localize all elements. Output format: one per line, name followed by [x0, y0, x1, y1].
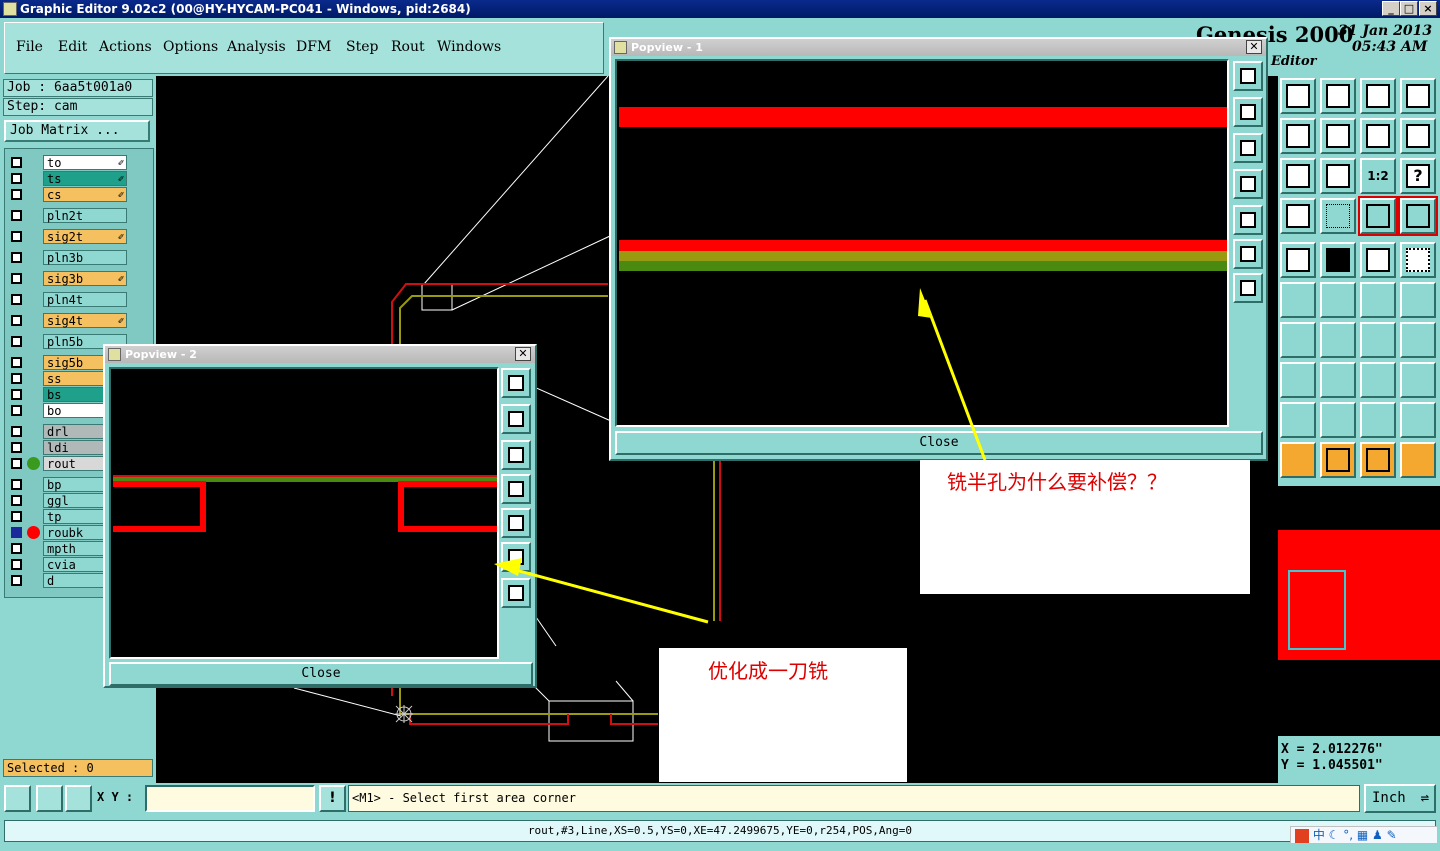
arrow-head-2 [494, 558, 522, 576]
annotation-arrows [494, 288, 987, 624]
arrow-line-2 [507, 566, 709, 624]
arrow-head-1 [918, 288, 932, 318]
arrow-line-1 [923, 299, 987, 461]
